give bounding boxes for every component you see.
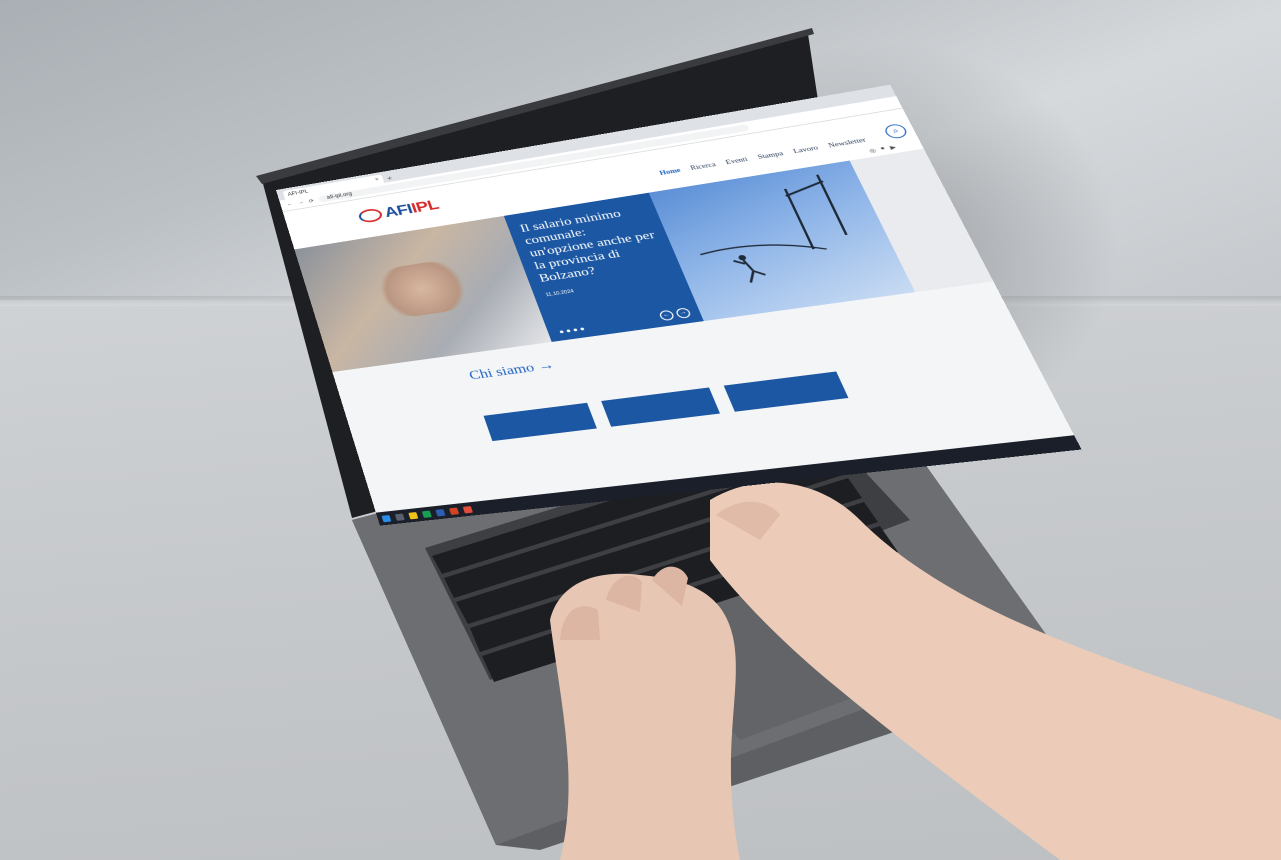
about-tile[interactable] <box>723 371 849 412</box>
slider-dots <box>559 327 585 334</box>
nav-lavoro[interactable]: Lavoro <box>792 144 819 155</box>
about-tile[interactable] <box>483 402 597 442</box>
search-icon[interactable]: ⌕ <box>882 122 910 140</box>
word-icon[interactable] <box>435 508 446 516</box>
hero-title[interactable]: Il salario minimo comunale: un'opzione a… <box>518 203 668 284</box>
windows-start-icon[interactable] <box>381 514 392 522</box>
nav-ricerca[interactable]: Ricerca <box>689 161 717 172</box>
stacked-hands-image <box>366 256 480 321</box>
logo-accent: IPL <box>409 196 441 216</box>
tab-title: AFI-IPL <box>287 189 309 198</box>
site-logo[interactable]: AFIIPL <box>357 197 441 226</box>
chrome-icon[interactable] <box>462 505 473 513</box>
next-arrow-icon[interactable]: → <box>674 307 692 319</box>
slider-dot[interactable] <box>566 329 571 333</box>
slider-dot[interactable] <box>580 327 585 331</box>
file-explorer-icon[interactable] <box>408 511 419 519</box>
slider-dot[interactable] <box>573 328 578 332</box>
nav-home[interactable]: Home <box>658 167 681 177</box>
about-tiles <box>483 371 849 442</box>
slider-dot[interactable] <box>559 330 564 334</box>
youtube-icon[interactable]: ▶ <box>889 144 897 151</box>
new-tab-icon[interactable]: + <box>386 174 393 182</box>
search-taskbar-icon[interactable] <box>394 513 405 521</box>
tab-close-icon[interactable]: × <box>374 177 379 182</box>
about-tile[interactable] <box>601 387 721 427</box>
excel-icon[interactable] <box>421 510 432 518</box>
logo-mark-icon <box>357 207 384 224</box>
powerpoint-icon[interactable] <box>448 507 460 515</box>
nav-stampa[interactable]: Stampa <box>756 150 784 161</box>
slider-arrows: ← → <box>658 307 692 322</box>
facebook-icon[interactable]: ● <box>879 146 886 153</box>
reload-icon[interactable]: ⟳ <box>308 198 315 204</box>
nav-eventi[interactable]: Eventi <box>724 156 748 166</box>
forward-icon[interactable]: → <box>297 200 304 206</box>
back-icon[interactable]: ← <box>286 202 293 208</box>
prev-arrow-icon[interactable]: ← <box>658 309 676 322</box>
instagram-icon[interactable]: ◎ <box>868 147 877 154</box>
nav-newsletter[interactable]: Newsletter <box>827 136 867 149</box>
